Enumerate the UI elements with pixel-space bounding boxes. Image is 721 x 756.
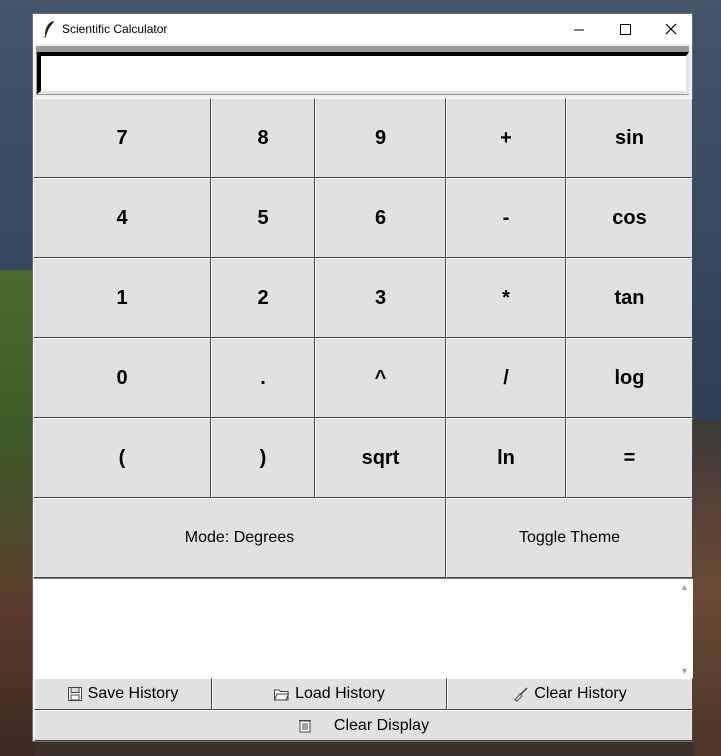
key-divide[interactable]: / bbox=[446, 338, 566, 418]
broom-icon bbox=[513, 686, 528, 702]
key-1[interactable]: 1 bbox=[33, 258, 211, 338]
key-sin[interactable]: sin bbox=[566, 98, 693, 178]
key-close-paren[interactable]: ) bbox=[211, 418, 315, 498]
key-minus[interactable]: - bbox=[446, 178, 566, 258]
history-scrollbar[interactable]: ▲ ▼ bbox=[676, 579, 693, 679]
clear-history-button[interactable]: Clear History bbox=[447, 678, 693, 710]
load-history-button[interactable]: Load History bbox=[212, 678, 447, 710]
close-icon bbox=[665, 23, 677, 35]
key-9[interactable]: 9 bbox=[315, 98, 446, 178]
key-7[interactable]: 7 bbox=[33, 98, 211, 178]
key-plus[interactable]: + bbox=[446, 98, 566, 178]
window-title: Scientific Calculator bbox=[62, 22, 168, 36]
key-sqrt[interactable]: sqrt bbox=[315, 418, 446, 498]
folder-icon bbox=[274, 688, 290, 701]
key-5[interactable]: 5 bbox=[211, 178, 315, 258]
key-multiply[interactable]: * bbox=[446, 258, 566, 338]
key-equals[interactable]: = bbox=[566, 418, 693, 498]
key-6[interactable]: 6 bbox=[315, 178, 446, 258]
floppy-disk-icon bbox=[67, 687, 82, 701]
trash-icon bbox=[298, 718, 312, 733]
key-power[interactable]: ^ bbox=[315, 338, 446, 418]
background-foliage bbox=[0, 270, 34, 756]
key-0[interactable]: 0 bbox=[33, 338, 211, 418]
key-decimal[interactable]: . bbox=[211, 338, 315, 418]
toggle-theme-button[interactable]: Toggle Theme bbox=[446, 498, 693, 578]
mode-button[interactable]: Mode: Degrees bbox=[33, 498, 446, 578]
background-rocks bbox=[693, 420, 721, 756]
clear-display-button[interactable]: Clear Display bbox=[34, 710, 693, 741]
maximize-button[interactable] bbox=[602, 14, 648, 44]
key-8[interactable]: 8 bbox=[211, 98, 315, 178]
scroll-up-icon[interactable]: ▲ bbox=[676, 579, 693, 595]
key-open-paren[interactable]: ( bbox=[33, 418, 211, 498]
key-4[interactable]: 4 bbox=[33, 178, 211, 258]
save-history-button[interactable]: Save History bbox=[34, 678, 212, 710]
key-tan[interactable]: tan bbox=[566, 258, 693, 338]
key-cos[interactable]: cos bbox=[566, 178, 693, 258]
key-2[interactable]: 2 bbox=[211, 258, 315, 338]
display-input[interactable] bbox=[37, 52, 689, 94]
clear-display-label: Clear Display bbox=[333, 716, 430, 734]
calculator-window: Scientific Calculator 7 8 9 + sin 4 5 6 … bbox=[32, 13, 693, 742]
load-history-label: Load History bbox=[295, 685, 385, 702]
minimize-icon bbox=[573, 29, 584, 30]
history-area[interactable]: ▲ ▼ bbox=[34, 578, 693, 679]
feather-icon bbox=[44, 21, 54, 38]
minimize-button[interactable] bbox=[556, 14, 602, 44]
title-bar: Scientific Calculator bbox=[33, 14, 692, 44]
key-ln[interactable]: ln bbox=[446, 418, 566, 498]
close-button[interactable] bbox=[648, 14, 694, 44]
scroll-down-icon[interactable]: ▼ bbox=[676, 663, 693, 679]
maximize-icon bbox=[619, 23, 631, 35]
key-3[interactable]: 3 bbox=[315, 258, 446, 338]
key-log[interactable]: log bbox=[566, 338, 693, 418]
clear-history-label: Clear History bbox=[534, 685, 627, 702]
save-history-label: Save History bbox=[87, 685, 179, 702]
